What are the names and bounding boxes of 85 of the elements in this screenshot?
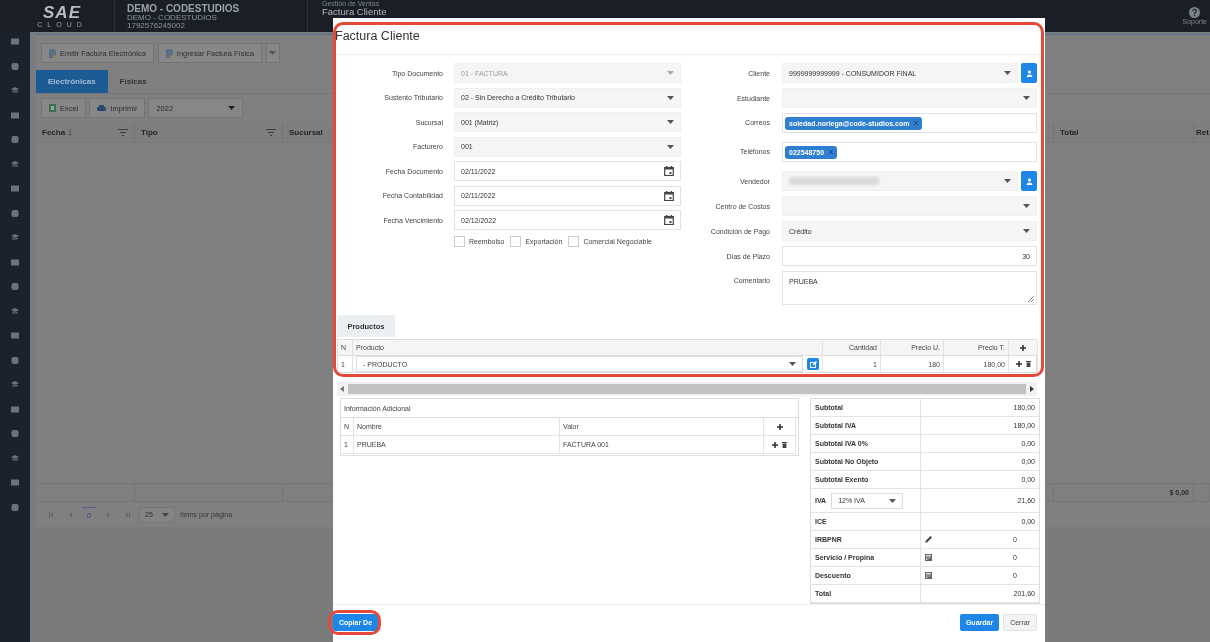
- calendar-icon[interactable]: [664, 190, 674, 201]
- company-name: DEMO - CODESTUDIOS: [127, 2, 241, 14]
- person-button[interactable]: [1021, 171, 1037, 191]
- nav-icon[interactable]: [11, 258, 19, 266]
- calendar-icon[interactable]: [664, 215, 674, 225]
- sort-arrow-icon[interactable]: [68, 128, 73, 136]
- column-header[interactable]: Sucursal: [289, 127, 323, 137]
- person-icon: [1025, 177, 1033, 185]
- caret-icon: [228, 106, 236, 110]
- document-icon: [49, 48, 56, 58]
- nav-icon[interactable]: [11, 38, 19, 45]
- nav-icon[interactable]: [11, 62, 19, 70]
- plus-icon[interactable]: [1015, 361, 1022, 367]
- select-field[interactable]: [782, 171, 1018, 191]
- caret-icon: [789, 362, 796, 366]
- nav-icon[interactable]: [11, 136, 19, 143]
- pencil-icon[interactable]: [925, 536, 932, 543]
- tab[interactable]: Físicas: [107, 70, 159, 93]
- column-header[interactable]: Fecha: [42, 127, 66, 137]
- filter-icon[interactable]: [266, 128, 276, 136]
- select-field[interactable]: [782, 196, 1037, 216]
- dropdown-button[interactable]: [265, 43, 280, 63]
- checkbox[interactable]: [510, 236, 522, 247]
- person-icon: [1025, 69, 1033, 77]
- trash-icon[interactable]: [782, 441, 787, 448]
- calculator-icon[interactable]: [925, 572, 932, 579]
- column-header[interactable]: Total: [1060, 127, 1079, 137]
- nav-icon[interactable]: [11, 185, 19, 192]
- highlight-outline: [328, 610, 381, 635]
- company-subtitle: DEMO - CODESTUDIOS: [127, 13, 218, 22]
- calendar-icon[interactable]: [664, 166, 674, 176]
- edit-icon: [809, 360, 817, 368]
- calculator-icon[interactable]: [925, 554, 932, 561]
- nav-icon[interactable]: [11, 87, 19, 94]
- plus-icon[interactable]: [776, 423, 783, 430]
- nav-icon[interactable]: [11, 356, 19, 364]
- checkbox[interactable]: [454, 236, 465, 247]
- caret-icon: [1023, 204, 1030, 208]
- nav-icon[interactable]: [11, 283, 19, 290]
- nav-icon[interactable]: [11, 209, 19, 217]
- nav-icon[interactable]: [11, 405, 19, 413]
- page-title: Factura Cliente: [322, 7, 388, 17]
- caret-icon: [667, 95, 674, 100]
- nav-icon[interactable]: [11, 332, 19, 339]
- tab[interactable]: Electrónicas: [36, 70, 108, 93]
- help-icon[interactable]: [1189, 7, 1201, 18]
- trash-icon[interactable]: [1025, 361, 1031, 367]
- checkbox[interactable]: [568, 236, 580, 247]
- nav-icon[interactable]: [11, 160, 19, 168]
- plus-icon[interactable]: [772, 441, 778, 448]
- nav-icon[interactable]: [11, 111, 19, 119]
- caret-icon: [667, 120, 674, 124]
- close-icon[interactable]: [914, 121, 919, 125]
- caret-icon: [1004, 71, 1011, 75]
- printer-icon: [97, 104, 107, 112]
- caret-icon: [269, 51, 277, 55]
- nav-icon[interactable]: [11, 381, 19, 388]
- close-icon[interactable]: [829, 150, 834, 154]
- nav-icon[interactable]: [11, 503, 19, 511]
- plus-icon[interactable]: [1020, 344, 1026, 351]
- spreadsheet-icon: [49, 104, 56, 112]
- logo-text: SAE: [43, 4, 81, 21]
- caret-icon: [889, 498, 897, 503]
- caret-icon: [1023, 96, 1030, 100]
- edit-button[interactable]: [807, 358, 819, 370]
- column-header[interactable]: Ret: [1196, 127, 1209, 137]
- caret-icon: [667, 71, 674, 75]
- person-button[interactable]: [1021, 63, 1037, 83]
- resize-grip-icon[interactable]: [1028, 296, 1034, 302]
- caret-icon: [1004, 179, 1011, 183]
- horizontal-scrollbar[interactable]: [337, 382, 1037, 396]
- caret-icon: [162, 512, 169, 517]
- nav-icon[interactable]: [11, 234, 19, 241]
- nav-icon[interactable]: [11, 454, 19, 462]
- nav-icon[interactable]: [11, 430, 19, 437]
- caret-icon: [1023, 229, 1030, 233]
- scroll-left-icon[interactable]: [340, 386, 344, 392]
- company-id: 1792576245002: [127, 21, 186, 30]
- filter-icon[interactable]: [118, 128, 128, 136]
- nav-icon[interactable]: [11, 479, 19, 486]
- nav-icon[interactable]: [11, 307, 19, 315]
- document-icon: [165, 48, 173, 58]
- scroll-right-icon[interactable]: [1030, 386, 1034, 392]
- column-header[interactable]: Tipo: [141, 127, 158, 137]
- select-field[interactable]: [782, 88, 1037, 108]
